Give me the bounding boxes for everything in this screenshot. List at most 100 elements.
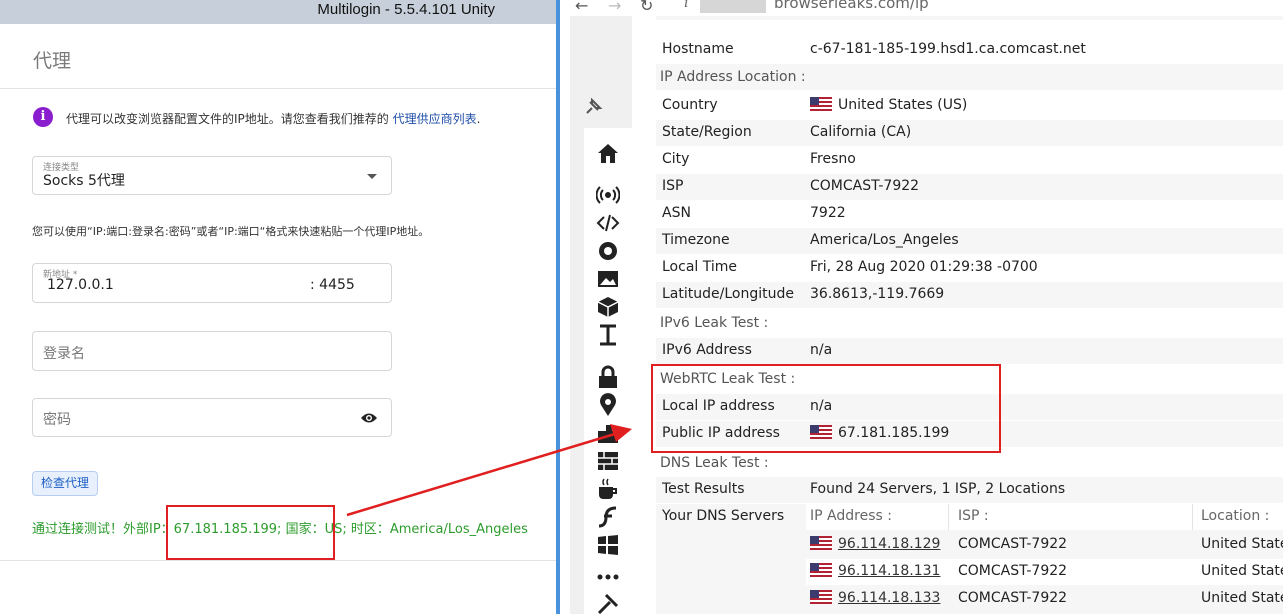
row-key: State/Region <box>662 124 752 140</box>
us-flag-icon <box>810 590 832 604</box>
table-row: Hostname c-67-181-185-199.hsd1.ca.comcas… <box>656 37 1283 63</box>
table-row: State/Region California (CA) <box>656 120 1283 146</box>
dns-table: IP Address : ISP : Location : 96.114.18.… <box>806 504 1283 614</box>
coffee-icon[interactable] <box>596 477 620 501</box>
proxy-heading: 代理 <box>33 50 72 72</box>
proxy-provider-link[interactable]: 代理供应商列表 <box>393 112 477 126</box>
section-row: DNS Leak Test : <box>656 450 1283 476</box>
browser-toolbar: ← → ↻ i browserleaks.com/ip <box>560 0 1283 16</box>
dns-servers-row: Your DNS Servers IP Address : ISP : Loca… <box>656 504 1283 614</box>
home-icon[interactable] <box>596 141 620 165</box>
check-proxy-button[interactable]: 检查代理 <box>32 471 98 496</box>
text-height-icon[interactable] <box>596 323 620 347</box>
connection-type-select[interactable]: 连接类型 Socks 5代理 <box>32 156 392 195</box>
info-message: 代理可以改变浏览器配置文件的IP地址。请您查看我们推荐的 代理供应商列表. <box>66 110 480 127</box>
redacted-area <box>700 0 766 13</box>
row-key: Your DNS Servers <box>662 508 785 524</box>
row-value: 7922 <box>810 205 846 221</box>
flash-icon[interactable] <box>596 505 620 529</box>
sidebar-icons <box>584 0 632 614</box>
divider-line <box>0 88 556 89</box>
port-input[interactable]: : 4455 <box>310 277 355 293</box>
new-address-field[interactable]: 新地址 * 127.0.0.1 : 4455 <box>32 263 392 303</box>
table-row: ISP COMCAST-7922 <box>656 174 1283 200</box>
row-key: Test Results <box>662 481 745 497</box>
column-divider <box>948 504 949 530</box>
windows-icon[interactable] <box>596 533 620 557</box>
table-row: ASN 7922 <box>656 201 1283 227</box>
dns-header-row: IP Address : ISP : Location : <box>806 504 1283 530</box>
section-row: IP Address Location : <box>656 64 1283 90</box>
lock-icon[interactable] <box>596 365 620 389</box>
info-text-end: . <box>476 112 481 126</box>
table-row: 96.114.18.129 COMCAST-7922 United States <box>806 532 1283 558</box>
us-flag-icon <box>810 563 832 577</box>
annotation-box-left <box>166 505 335 560</box>
section-title: DNS Leak Test : <box>660 455 769 471</box>
table-row: 96.114.18.131 COMCAST-7922 United States <box>806 559 1283 585</box>
image-icon[interactable] <box>596 267 620 291</box>
connection-type-value: Socks 5代理 <box>43 173 125 189</box>
section-row: IPv6 Leak Test : <box>656 309 1283 335</box>
section-title: IPv6 Leak Test : <box>660 315 769 331</box>
address-bar[interactable]: browserleaks.com/ip <box>774 0 929 12</box>
code-icon[interactable] <box>596 211 620 235</box>
browser-window: ← → ↻ i browserleaks.com/ip Hostname c-6… <box>560 0 1283 614</box>
table-row: Country United States (US) <box>656 93 1283 119</box>
site-info-icon[interactable]: i <box>684 0 688 11</box>
country-value: United States (US) <box>838 97 968 113</box>
dns-ip-cell: 96.114.18.129 <box>810 536 940 552</box>
row-key: City <box>662 151 690 167</box>
dns-ip-link[interactable]: 96.114.18.131 <box>838 563 940 579</box>
table-row: Local Time Fri, 28 Aug 2020 01:29:38 -07… <box>656 255 1283 281</box>
row-value: COMCAST-7922 <box>810 178 920 194</box>
row-key: ISP <box>662 178 684 194</box>
eye-icon[interactable] <box>361 412 377 424</box>
broadcast-icon[interactable] <box>596 183 620 207</box>
title-bar: Multilogin - 5.5.4.101 Unity <box>0 0 556 24</box>
row-value: Fri, 28 Aug 2020 01:29:38 -0700 <box>810 259 1038 275</box>
row-value: Fresno <box>810 151 856 167</box>
dns-ip-cell: 96.114.18.133 <box>810 590 940 606</box>
password-field[interactable]: 密码 <box>32 398 392 437</box>
row-value: California (CA) <box>810 124 912 140</box>
section-title: IP Address Location : <box>660 69 806 85</box>
map-marker-icon[interactable] <box>596 393 620 417</box>
row-key: IPv6 Address <box>662 342 752 358</box>
chevron-down-icon[interactable] <box>367 174 377 179</box>
more-icon[interactable] <box>596 565 620 589</box>
reload-icon[interactable]: ↻ <box>640 0 653 15</box>
row-value: United States (US) <box>810 97 967 113</box>
column-divider <box>1192 504 1193 530</box>
table-row: 96.114.18.133 COMCAST-7922 United States <box>806 586 1283 612</box>
dns-location-cell: United States <box>1201 563 1283 579</box>
row-key: Timezone <box>662 232 730 248</box>
firewall-icon[interactable] <box>596 449 620 473</box>
table-row: Test Results Found 24 Servers, 1 ISP, 2 … <box>656 477 1283 503</box>
dns-header-ip: IP Address : <box>810 508 892 524</box>
paste-hint: 您可以使用“IP:端口:登录名:密码”或者“IP:端口“格式来快速粘贴一个代理I… <box>32 225 430 238</box>
plugin-icon[interactable] <box>596 421 620 445</box>
dns-header-location: Location : <box>1201 508 1270 524</box>
dns-ip-link[interactable]: 96.114.18.129 <box>838 536 940 552</box>
app-title: Multilogin - 5.5.4.101 Unity <box>317 1 495 18</box>
row-value: n/a <box>810 342 833 358</box>
cube-icon[interactable] <box>596 295 620 319</box>
login-field[interactable]: 登录名 <box>32 331 392 371</box>
info-icon: i <box>33 107 53 127</box>
dns-isp-cell: COMCAST-7922 <box>958 590 1068 606</box>
tools-icon[interactable] <box>596 592 620 614</box>
info-text: 代理可以改变浏览器配置文件的IP地址。请您查看我们推荐的 <box>66 112 393 126</box>
dns-ip-cell: 96.114.18.131 <box>810 563 940 579</box>
table-row: City Fresno <box>656 147 1283 173</box>
flower-icon[interactable] <box>596 239 620 263</box>
ip-info-table: Hostname c-67-181-185-199.hsd1.ca.comcas… <box>656 16 1283 614</box>
ip-input[interactable]: 127.0.0.1 <box>47 277 114 293</box>
row-key: ASN <box>662 205 691 221</box>
row-key: Hostname <box>662 41 734 57</box>
us-flag-icon <box>810 97 832 111</box>
dns-isp-cell: COMCAST-7922 <box>958 536 1068 552</box>
row-key: Local Time <box>662 259 737 275</box>
dns-isp-cell: COMCAST-7922 <box>958 563 1068 579</box>
dns-ip-link[interactable]: 96.114.18.133 <box>838 590 940 606</box>
